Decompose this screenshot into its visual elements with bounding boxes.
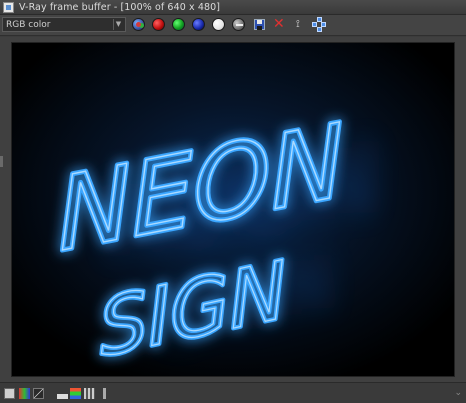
lut-button[interactable] <box>84 388 95 399</box>
image-info-button[interactable] <box>4 388 15 399</box>
curves-button[interactable] <box>33 388 44 399</box>
stamp-icon <box>103 388 106 399</box>
histogram-icon <box>57 388 68 399</box>
clear-image-button[interactable]: ✕ <box>271 16 288 33</box>
monochrome-button[interactable] <box>230 16 247 33</box>
blue-channel-icon <box>192 18 205 31</box>
bottom-toolbar: ⌄ <box>0 382 466 403</box>
alpha-channel-button[interactable] <box>210 16 227 33</box>
lut-icon <box>84 388 95 399</box>
channel-select-value: RGB color <box>6 19 51 30</box>
panel-splitter-handle[interactable] <box>0 156 3 167</box>
chevron-down-icon[interactable]: ▼ <box>113 19 123 30</box>
color-corrections-icon <box>19 388 30 399</box>
display-levels-icon <box>70 388 81 399</box>
pin-icon: ⟟ <box>296 19 300 30</box>
histogram-button[interactable] <box>57 388 68 399</box>
red-channel-icon <box>152 18 165 31</box>
blue-channel-button[interactable] <box>190 16 207 33</box>
toolbar: RGB color ▼ ✕ ⟟ <box>0 15 466 36</box>
alpha-channel-icon <box>212 18 225 31</box>
green-channel-button[interactable] <box>170 16 187 33</box>
distributed-render-button[interactable] <box>311 16 328 33</box>
save-image-icon <box>254 19 265 30</box>
vray-app-icon <box>3 1 14 13</box>
green-channel-icon <box>172 18 185 31</box>
resize-grip-icon[interactable]: ⌄ <box>454 387 462 399</box>
red-channel-button[interactable] <box>150 16 167 33</box>
neon-sign-render: NEON SIGN NEON SIGN NEON SIGN <box>12 43 454 376</box>
image-info-icon <box>4 388 15 399</box>
pin-button[interactable]: ⟟ <box>292 16 309 33</box>
display-levels-button[interactable] <box>70 388 81 399</box>
distributed-render-icon <box>312 17 327 32</box>
rgb-channels-icon <box>132 18 145 31</box>
window-title: V-Ray frame buffer - [100% of 640 x 480] <box>19 1 221 13</box>
title-bar: V-Ray frame buffer - [100% of 640 x 480] <box>0 0 466 15</box>
curves-icon <box>33 388 44 399</box>
save-image-button[interactable] <box>251 16 268 33</box>
rgb-channels-button[interactable] <box>130 16 147 33</box>
clear-image-icon: ✕ <box>273 16 285 32</box>
stamp-button[interactable] <box>99 388 110 399</box>
color-corrections-button[interactable] <box>19 388 30 399</box>
render-image[interactable]: NEON SIGN NEON SIGN NEON SIGN <box>11 42 455 377</box>
channel-select[interactable]: RGB color ▼ <box>2 17 126 32</box>
monochrome-icon <box>232 18 245 31</box>
render-panel: NEON SIGN NEON SIGN NEON SIGN <box>0 37 466 382</box>
